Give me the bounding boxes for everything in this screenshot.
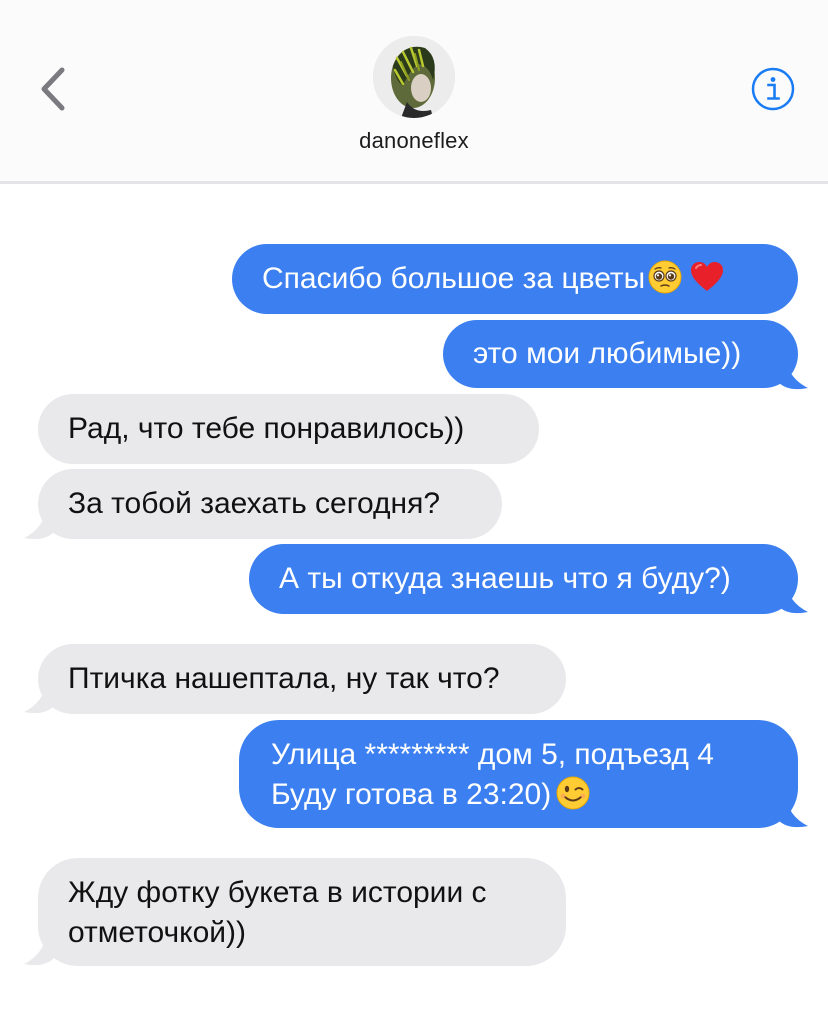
bubble-tail [778,796,808,828]
info-icon [751,67,795,111]
message-bubble-outgoing[interactable]: Улица ********* дом 5, подъезд 4 Буду го… [239,720,798,828]
chevron-left-icon [41,67,65,111]
message-text: Птичка нашептала, ну так что? [68,662,500,695]
message-text-line: Буду готова в 23:20) [271,778,552,811]
message-bubble-incoming[interactable]: Птичка нашептала, ну так что? [38,644,566,714]
pleading-face-emoji [648,260,682,294]
message-text: Рад, что тебе понравилось)) [68,412,465,445]
message-text-line: Жду фотку букета в истории с [68,876,487,909]
message-bubble-incoming[interactable]: Рад, что тебе понравилось)) [38,394,539,464]
avatar[interactable] [373,36,455,118]
contact-name[interactable]: danoneflex [0,128,828,154]
message-text-line: Улица ********* дом 5, подъезд 4 [271,738,714,771]
contact-photo [373,36,455,118]
red-heart-emoji [691,262,724,292]
message-text-line: отметочкой)) [68,916,247,949]
bubble-tail [778,582,808,614]
bubble-tail [24,934,54,966]
back-button[interactable] [30,62,76,116]
info-button[interactable] [750,66,796,112]
bubble-tail [24,682,54,714]
message-text: это мои любимые)) [473,337,742,370]
message-text: Спасибо большое за цветы [262,262,646,295]
message-bubble-incoming[interactable]: Жду фотку букета в истории с отметочкой)… [38,858,566,966]
message-bubble-outgoing[interactable]: это мои любимые)) [443,320,798,388]
message-text: А ты откуда знаешь что я буду?) [279,562,731,595]
conversation-screen: danoneflex Спасибо большое за цветы это … [0,0,828,1012]
message-bubble-incoming[interactable]: За тобой заехать сегодня? [38,469,502,539]
message-bubble-outgoing[interactable]: Спасибо большое за цветы [232,244,798,314]
message-bubble-outgoing[interactable]: А ты откуда знаешь что я буду?) [249,544,798,614]
winking-face-emoji [556,776,590,810]
message-text: За тобой заехать сегодня? [68,487,441,520]
conversation-header: danoneflex [0,0,828,184]
bubble-tail [24,508,54,540]
bubble-tail [778,358,808,390]
